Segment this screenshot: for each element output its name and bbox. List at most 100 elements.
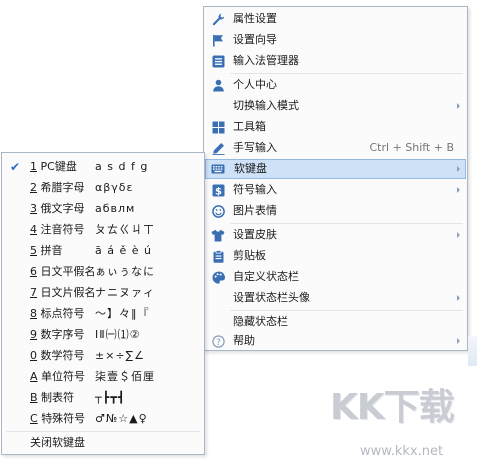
menu-item-label: 切换输入模式	[233, 99, 299, 112]
menu-item-skin[interactable]: 设置皮肤	[205, 225, 466, 245]
keyboard-preview: a s d f g	[95, 160, 149, 173]
person-icon	[211, 78, 225, 92]
keyboard-preview: ⅠⅡ㈠⑴②	[95, 328, 141, 341]
shortcut-label: Ctrl + Shift + B	[369, 141, 454, 154]
accelerator-key: B	[30, 391, 38, 404]
menu-item-setup-wizard[interactable]: 设置向导	[205, 30, 466, 50]
menu-item-ime-manager[interactable]: 输入法管理器	[205, 51, 466, 71]
menu-item-label: 自定义状态栏	[233, 270, 299, 283]
menu-divider	[6, 431, 200, 432]
menu-item-emoji[interactable]: 图片表情	[205, 201, 466, 221]
menu-item-custom-statusbar[interactable]: 自定义状态栏	[205, 267, 466, 287]
keyboard-name: 希腊字母	[40, 181, 85, 194]
keyboard-preview: ぁぃぅなに	[95, 265, 155, 278]
dollar-icon: $	[211, 183, 225, 197]
context-menu: 属性设置 设置向导 输入法管理器 个人中心 切换输入模式 工具箱 手写输入 Ct…	[203, 6, 468, 351]
keyboard-preview: абвлм	[95, 202, 136, 215]
keyboard-preview: ±×÷∑∠	[95, 349, 145, 362]
keyboard-name: 制表符	[41, 391, 75, 404]
keyboard-item-katakana[interactable]: 7 日文片假名 ナニヌァィ	[3, 283, 203, 303]
menu-item-personal-center[interactable]: 个人中心	[205, 75, 466, 95]
accelerator-key: 1	[30, 160, 37, 173]
keyboard-item-box-drawing[interactable]: B 制表符 ┬┣┳┫	[3, 388, 203, 408]
pen-icon	[211, 141, 225, 155]
accelerator-key: 6	[30, 265, 37, 278]
keyboard-name: 数字序号	[40, 328, 85, 341]
menu-item-label: 设置向导	[233, 33, 277, 46]
menu-item-symbol-input[interactable]: $ 符号输入	[205, 180, 466, 200]
keyboard-preview: ♂№☆▲♀	[95, 412, 148, 425]
svg-text:$: $	[215, 186, 222, 197]
menu-item-label: 输入法管理器	[233, 54, 299, 67]
keyboard-item-greek[interactable]: 2 希腊字母 αβγδε	[3, 178, 203, 198]
accelerator-key: 8	[30, 307, 37, 320]
menu-item-switch-mode[interactable]: 切换输入模式	[205, 96, 466, 116]
smiley-icon	[211, 204, 225, 218]
menu-item-label: 设置状态栏头像	[233, 291, 310, 304]
keyboard-item-numbering[interactable]: 9 数字序号 ⅠⅡ㈠⑴②	[3, 325, 203, 345]
accelerator-key: 4	[30, 223, 37, 236]
close-soft-keyboard-item[interactable]: 关闭软键盘	[3, 433, 203, 453]
menu-item-label: 隐藏状态栏	[233, 315, 288, 328]
accelerator-key: 9	[30, 328, 37, 341]
keyboard-name: 特殊符号	[41, 412, 86, 425]
keyboard-preview: αβγδε	[95, 181, 134, 194]
keyboard-item-pinyin[interactable]: 5 拼音 ā á ě è ú	[3, 241, 203, 261]
keyboard-item-russian[interactable]: 3 俄文字母 абвлм	[3, 199, 203, 219]
keyboard-name: 标点符号	[40, 307, 85, 320]
keyboard-item-zhuyin[interactable]: 4 注音符号 ㄆㄊㄍㄐㄒ	[3, 220, 203, 240]
watermark-url: www.kkx.net	[360, 444, 444, 459]
accelerator-key: 2	[30, 181, 37, 194]
keyboard-name: 数学符号	[40, 349, 85, 362]
accelerator-key: 5	[30, 244, 37, 257]
menu-item-label: 剪贴板	[233, 249, 266, 262]
menu-divider	[230, 310, 463, 311]
list-icon	[211, 54, 225, 68]
keyboard-item-punctuation[interactable]: 8 标点符号 ～】々‖『	[3, 304, 203, 324]
keyboard-icon	[211, 162, 225, 176]
menu-item-handwriting[interactable]: 手写输入 Ctrl + Shift + B	[205, 138, 466, 158]
chevron-right-icon	[457, 232, 460, 238]
clipboard-icon	[211, 249, 225, 263]
grid-icon	[211, 120, 225, 134]
menu-item-label: 符号输入	[233, 183, 277, 196]
menu-item-statusbar-avatar[interactable]: 设置状态栏头像	[205, 288, 466, 308]
chevron-right-icon	[457, 187, 460, 193]
help-icon: ?	[211, 334, 225, 348]
menu-item-label: 图片表情	[233, 204, 277, 217]
close-soft-keyboard-label: 关闭软键盘	[30, 436, 85, 449]
menu-item-soft-keyboard[interactable]: 软键盘	[205, 159, 466, 179]
menu-divider	[230, 223, 463, 224]
chevron-right-icon	[457, 295, 460, 301]
menu-item-hide-statusbar[interactable]: 隐藏状态栏	[205, 312, 466, 332]
keyboard-item-hiragana[interactable]: 6 日文平假名 ぁぃぅなに	[3, 262, 203, 282]
keyboard-preview: ā á ě è ú	[95, 244, 152, 257]
keyboard-preview: ┬┣┳┫	[95, 391, 126, 404]
keyboard-preview: 柒壹＄佰厘	[95, 370, 155, 383]
palette-icon	[211, 270, 225, 284]
background-window-edge	[468, 336, 477, 366]
keyboard-name: 日文平假名	[40, 265, 96, 278]
menu-item-toolbox[interactable]: 工具箱	[205, 117, 466, 137]
chevron-right-icon	[457, 338, 460, 344]
keyboard-item-pc[interactable]: ✔ 1 PC键盘 a s d f g	[3, 157, 203, 177]
keyboard-preview: ㄆㄊㄍㄐㄒ	[95, 223, 155, 236]
svg-text:?: ?	[216, 337, 221, 347]
keyboard-preview: ～】々‖『	[95, 307, 150, 320]
chevron-right-icon	[457, 166, 460, 172]
soft-keyboard-submenu: ✔ 1 PC键盘 a s d f g 2 希腊字母 αβγδε 3 俄文字母 а…	[1, 152, 205, 455]
menu-item-properties[interactable]: 属性设置	[205, 9, 466, 29]
accelerator-key: 3	[30, 202, 37, 215]
menu-item-label: 设置皮肤	[233, 228, 277, 241]
menu-item-label: 帮助	[233, 334, 255, 347]
shirt-icon	[211, 228, 225, 242]
keyboard-name: 注音符号	[40, 223, 85, 236]
chevron-right-icon	[457, 103, 460, 109]
menu-item-clipboard[interactable]: 剪贴板	[205, 246, 466, 266]
keyboard-item-math[interactable]: 0 数学符号 ±×÷∑∠	[3, 346, 203, 366]
accelerator-key: A	[30, 370, 38, 383]
keyboard-item-units[interactable]: A 单位符号 柒壹＄佰厘	[3, 367, 203, 387]
menu-item-help[interactable]: ? 帮助	[205, 331, 466, 351]
keyboard-item-special[interactable]: C 特殊符号 ♂№☆▲♀	[3, 409, 203, 429]
accelerator-key: 0	[30, 349, 37, 362]
